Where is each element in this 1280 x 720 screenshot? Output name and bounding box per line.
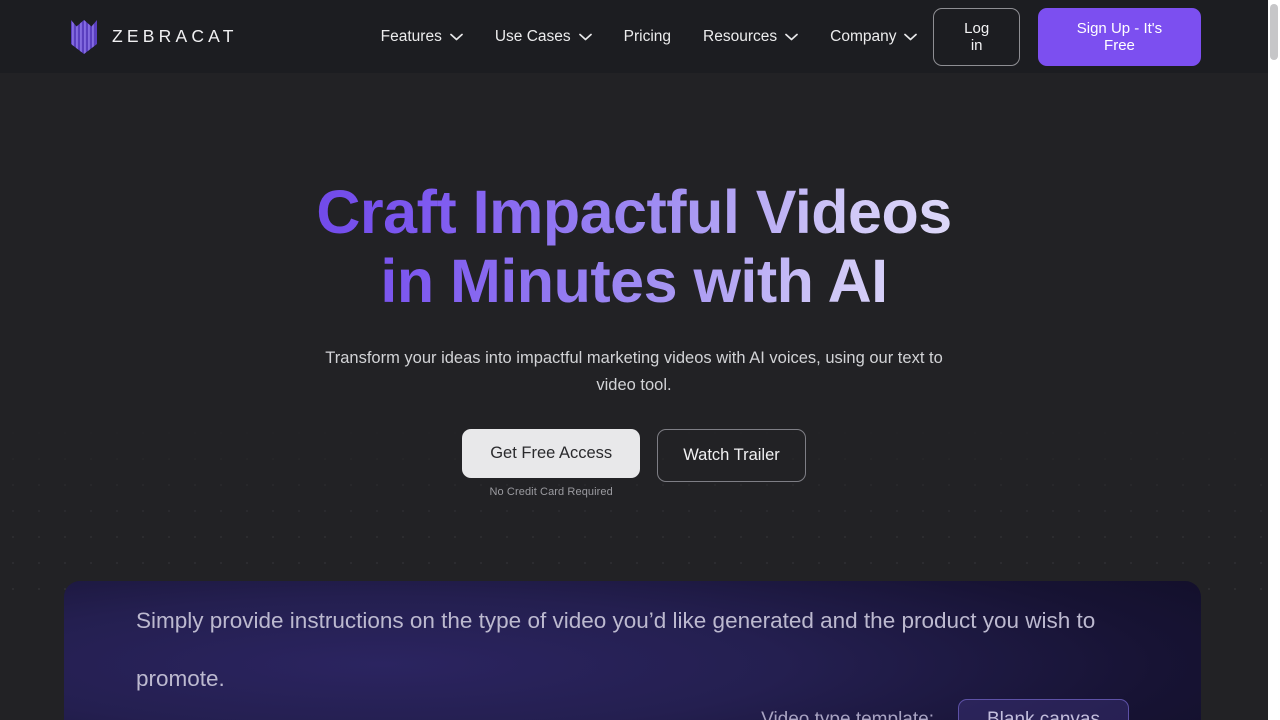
- brand-logo[interactable]: ZEBRACAT: [70, 19, 238, 55]
- page-title: Craft Impactful Videos in Minutes with A…: [284, 178, 984, 316]
- nav-label-features: Features: [380, 27, 442, 45]
- chevron-down-icon: [785, 33, 798, 40]
- preview-instruction-text: Simply provide instructions on the type …: [136, 608, 1096, 691]
- signup-button[interactable]: Sign Up - It's Free: [1037, 7, 1201, 66]
- nav-item-company[interactable]: Company: [814, 20, 933, 54]
- no-credit-card-note: No Credit Card Required: [489, 486, 613, 498]
- zebracat-shield-bars-icon: [71, 19, 97, 54]
- login-button[interactable]: Log in: [933, 7, 1020, 66]
- hero-subheadline: Transform your ideas into impactful mark…: [325, 349, 943, 394]
- vertical-scroll-thumb[interactable]: [1270, 4, 1278, 60]
- primary-cta-group: Get Free Access No Credit Card Required: [462, 429, 641, 498]
- video-type-template-select[interactable]: Blank canvas: [957, 699, 1129, 720]
- video-type-template-label: Video type template:: [761, 709, 934, 720]
- nav-label-pricing: Pricing: [623, 27, 672, 45]
- hero-cta-row: Get Free Access No Credit Card Required …: [462, 429, 806, 498]
- nav-item-resources[interactable]: Resources: [687, 20, 814, 54]
- brand-name: ZEBRACAT: [112, 26, 238, 46]
- nav-label-company: Company: [830, 27, 897, 45]
- page-root: ZEBRACAT Features Use Cases Pricing Reso…: [0, 0, 1280, 720]
- preview-card-inner: Simply provide instructions on the type …: [64, 581, 1201, 720]
- video-type-template-row: Video type template: Blank canvas: [136, 699, 1129, 720]
- auth-actions: Log in Sign Up - It's Free: [933, 7, 1201, 66]
- chevron-down-icon: [578, 33, 592, 40]
- nav-label-use-cases: Use Cases: [494, 27, 571, 45]
- nav-item-features[interactable]: Features: [365, 20, 479, 54]
- video-preview-card: Simply provide instructions on the type …: [64, 581, 1201, 720]
- nav-item-pricing[interactable]: Pricing: [608, 20, 687, 54]
- nav-item-use-cases[interactable]: Use Cases: [479, 20, 608, 54]
- chevron-down-icon: [449, 33, 463, 40]
- get-free-access-button[interactable]: Get Free Access: [462, 429, 641, 478]
- nav-label-resources: Resources: [703, 27, 778, 45]
- watch-trailer-button[interactable]: Watch Trailer: [657, 429, 806, 482]
- hero-section: Craft Impactful Videos in Minutes with A…: [0, 73, 1268, 498]
- site-header: ZEBRACAT Features Use Cases Pricing Reso…: [0, 0, 1268, 73]
- vertical-scrollbar-track[interactable]: [1268, 0, 1280, 720]
- chevron-down-icon: [904, 33, 918, 40]
- main-navigation: Features Use Cases Pricing Resources Com…: [365, 20, 934, 54]
